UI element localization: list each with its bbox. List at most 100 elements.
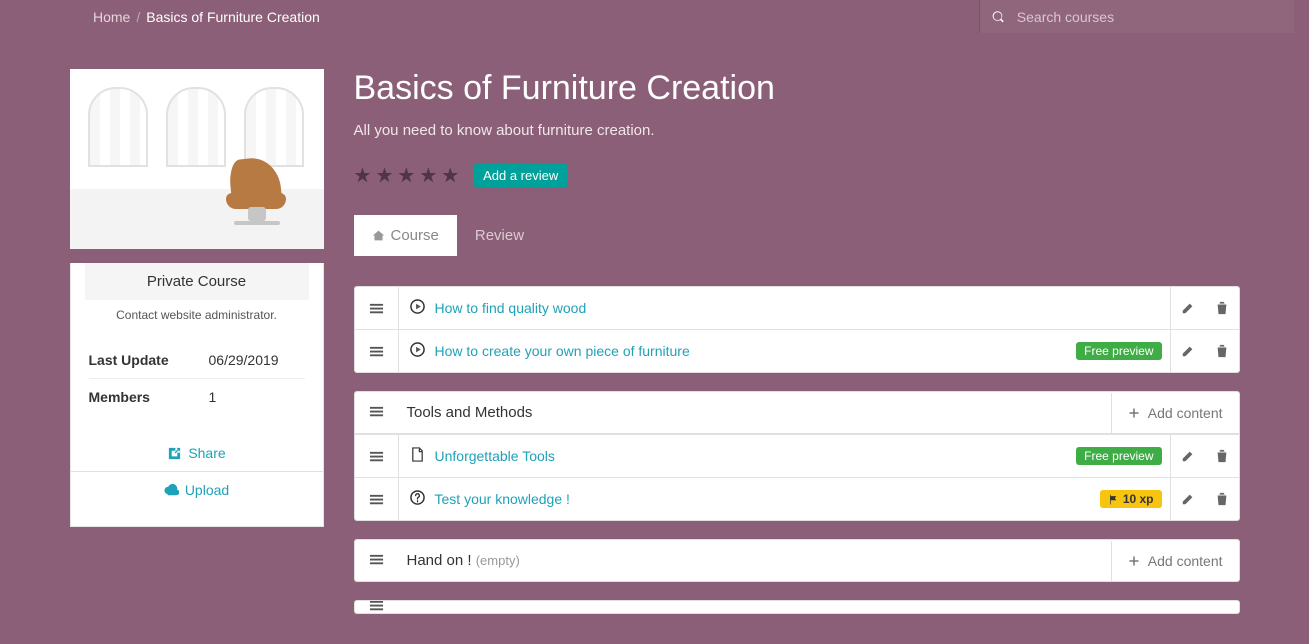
pencil-icon [1181,449,1195,463]
play-icon [399,287,427,329]
pencil-icon [1181,301,1195,315]
tab-review-label: Review [475,227,524,244]
main-column: Basics of Furniture Creation All you nee… [354,33,1240,644]
plus-icon [1128,407,1140,419]
free-preview-badge: Free preview [1076,447,1161,465]
free-preview-badge: Free preview [1076,342,1161,360]
content-row: How to create your own piece of furnitur… [355,329,1239,372]
delete-button[interactable] [1205,478,1239,520]
tabs: Course Review [354,215,1240,256]
bars-icon [369,449,384,464]
rating-row: Add a review [354,163,1240,188]
trash-icon [1215,492,1229,506]
trash-icon [1215,301,1229,315]
drag-handle[interactable] [355,330,399,372]
contact-admin-text: Contact website administrator. [71,308,323,336]
home-icon [372,229,385,242]
share-label: Share [188,445,225,461]
plus-icon [1128,555,1140,567]
upload-icon [164,483,179,498]
tab-review[interactable]: Review [457,215,542,256]
sidebar-panel: Private Course Contact website administr… [70,263,324,527]
section-hand-on: Hand on ! (empty) Add content [354,539,1240,582]
empty-hint: (empty) [476,553,520,568]
drag-handle[interactable] [355,552,399,570]
privacy-badge: Private Course [85,263,309,300]
members-label: Members [89,389,209,405]
edit-button[interactable] [1171,287,1205,329]
bars-icon [369,344,384,359]
course-subtitle: All you need to know about furniture cre… [354,122,1240,139]
share-icon [167,446,182,461]
top-bar: Home / Basics of Furniture Creation [0,0,1309,33]
file-icon [399,435,427,477]
section-title [399,601,1239,613]
question-icon [399,478,427,520]
bars-icon [369,492,384,507]
play-icon [399,330,427,372]
xp-value: 10 xp [1123,492,1154,506]
content-link[interactable]: How to find quality wood [435,300,587,316]
bars-icon [369,301,384,316]
search-box[interactable] [979,0,1294,33]
edit-button[interactable] [1171,435,1205,477]
meta-last-update: Last Update 06/29/2019 [89,342,305,378]
trash-icon [1215,344,1229,358]
breadcrumb: Home / Basics of Furniture Creation [93,9,320,25]
section-tools-and-methods: Tools and Methods Add content Unforgetta… [354,391,1240,521]
add-content-button[interactable]: Add content [1111,541,1239,581]
drag-handle[interactable] [355,601,399,613]
drag-handle[interactable] [355,404,399,422]
add-content-label: Add content [1148,405,1223,421]
flag-icon [1108,494,1119,505]
share-button[interactable]: Share [167,435,225,471]
breadcrumb-separator: / [136,9,140,25]
meta-members: Members 1 [89,378,305,415]
drag-handle[interactable] [355,435,399,477]
delete-button[interactable] [1205,330,1239,372]
content-link[interactable]: Test your knowledge ! [435,491,570,507]
section-unnamed: How to find quality wood How to create y… [354,286,1240,373]
course-image [70,69,324,249]
content-area: How to find quality wood How to create y… [354,256,1240,644]
drag-handle[interactable] [355,478,399,520]
section-title: Tools and Methods [399,392,1111,433]
last-update-label: Last Update [89,352,209,368]
tab-course-label: Course [391,227,439,244]
bars-icon [369,552,384,567]
sidebar: Private Course Contact website administr… [70,33,324,644]
members-value: 1 [209,389,217,405]
star-rating[interactable] [354,163,460,188]
tab-course[interactable]: Course [354,215,457,256]
pencil-icon [1181,344,1195,358]
upload-button[interactable]: Upload [164,472,229,508]
content-row: How to find quality wood [355,287,1239,329]
breadcrumb-current: Basics of Furniture Creation [146,9,320,25]
content-link[interactable]: How to create your own piece of furnitur… [435,343,690,359]
bars-icon [369,404,384,419]
trash-icon [1215,449,1229,463]
delete-button[interactable] [1205,287,1239,329]
breadcrumb-home[interactable]: Home [93,9,130,25]
course-title: Basics of Furniture Creation [354,69,1240,108]
drag-handle[interactable] [355,287,399,329]
upload-label: Upload [185,482,229,498]
content-link[interactable]: Unforgettable Tools [435,448,555,464]
add-content-label: Add content [1148,553,1223,569]
bars-icon [369,601,384,613]
hero-banner: Private Course Contact website administr… [0,33,1309,644]
section-title: Hand on ! (empty) [399,540,1111,581]
content-row: Unforgettable Tools Free preview [355,434,1239,477]
pencil-icon [1181,492,1195,506]
content-row: Test your knowledge ! 10 xp [355,477,1239,520]
edit-button[interactable] [1171,478,1205,520]
xp-badge: 10 xp [1100,490,1162,508]
edit-button[interactable] [1171,330,1205,372]
search-input[interactable] [1017,9,1282,25]
search-icon [992,10,1005,24]
add-review-button[interactable]: Add a review [473,164,568,187]
delete-button[interactable] [1205,435,1239,477]
section-next [354,600,1240,614]
last-update-value: 06/29/2019 [209,352,279,368]
add-content-button[interactable]: Add content [1111,393,1239,433]
